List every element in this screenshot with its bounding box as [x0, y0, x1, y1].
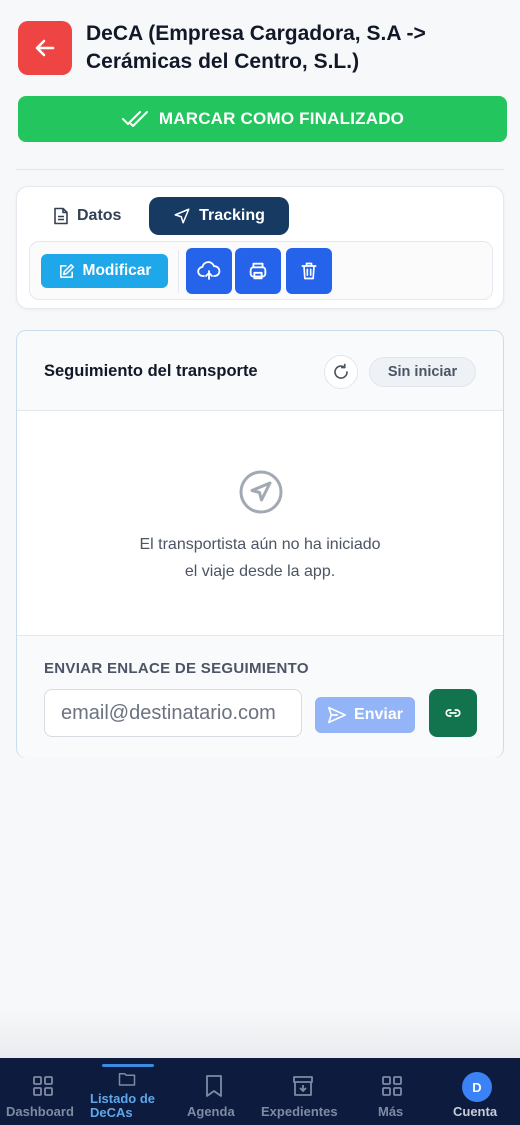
upload-button[interactable]: [186, 248, 232, 294]
nav-label-listado: Listado de DeCAs: [90, 1091, 156, 1120]
nav-label-dashboard: Dashboard: [6, 1104, 74, 1119]
nav-item-listado[interactable]: Listado de DeCAs: [86, 1058, 172, 1125]
avatar: D: [462, 1072, 492, 1102]
trash-icon: [301, 262, 317, 280]
archive-icon: [293, 1076, 313, 1096]
send-icon: [328, 706, 347, 724]
delete-button[interactable]: [286, 248, 332, 294]
document-icon: [54, 207, 68, 225]
nav-label-expedientes: Expedientes: [261, 1104, 338, 1119]
copy-link-button[interactable]: [429, 689, 477, 737]
tracking-card: Seguimiento del transporte Sin iniciar E…: [16, 330, 504, 758]
empty-state-icon: [238, 469, 284, 520]
tab-datos[interactable]: Datos: [35, 197, 139, 235]
refresh-button[interactable]: [324, 355, 358, 389]
print-button[interactable]: [235, 248, 281, 294]
nav-item-agenda[interactable]: Agenda: [172, 1058, 256, 1125]
nav-item-mas[interactable]: Más: [350, 1058, 434, 1125]
empty-state-line-1: El transportista aún no ha iniciado: [139, 536, 381, 553]
page-header: DeCA (Empresa Cargadora, S.A -> Cerámica…: [18, 20, 502, 76]
edit-icon: [59, 263, 74, 278]
mark-finished-button[interactable]: MARCAR COMO FINALIZADO: [18, 96, 507, 142]
mark-finished-label: MARCAR COMO FINALIZADO: [158, 109, 405, 128]
send-label: Enviar: [354, 706, 403, 723]
tab-datos-label: Datos: [77, 207, 122, 224]
send-link-label: ENVIAR ENLACE DE SEGUIMIENTO: [44, 660, 309, 677]
nav-label-agenda: Agenda: [187, 1104, 235, 1119]
navigation-icon: [174, 208, 190, 224]
nav-label-mas: Más: [378, 1104, 404, 1119]
nav-item-cuenta[interactable]: D Cuenta: [434, 1058, 520, 1125]
back-button[interactable]: [18, 21, 72, 75]
modify-button[interactable]: Modificar: [41, 254, 168, 288]
nav-item-expedientes[interactable]: Expedientes: [256, 1058, 350, 1125]
page-title: DeCA (Empresa Cargadora, S.A -> Cerámica…: [86, 22, 426, 73]
tab-tracking-label: Tracking: [199, 207, 265, 224]
navigation-circle-icon: [239, 470, 283, 514]
refresh-icon: [334, 363, 348, 379]
link-icon: [445, 709, 461, 717]
tab-tracking[interactable]: Tracking: [149, 197, 289, 235]
nav-label-cuenta: Cuenta: [453, 1104, 498, 1119]
nav-item-dashboard[interactable]: Dashboard: [0, 1058, 86, 1125]
toolbar: Modificar: [29, 241, 493, 300]
bottom-fade: [0, 1010, 520, 1058]
arrow-left-icon: [35, 39, 55, 57]
folder-icon: [118, 1073, 136, 1086]
bookmark-icon: [206, 1075, 222, 1097]
empty-state-line-2: el viaje desde la app.: [184, 563, 336, 580]
cloud-upload-icon: [197, 261, 221, 280]
double-check-icon: [121, 111, 148, 127]
bottom-navigation: Dashboard Listado de DeCAs Agenda Expedi…: [0, 1058, 520, 1125]
tracking-header: Seguimiento del transporte Sin iniciar: [17, 331, 503, 411]
tracking-title: Seguimiento del transporte: [44, 362, 258, 380]
empty-state-text: El transportista aún no ha iniciado el v…: [17, 531, 503, 585]
tabs-card: Datos Tracking Modificar: [16, 186, 504, 309]
grid-icon: [33, 1076, 53, 1096]
send-link-section: ENVIAR ENLACE DE SEGUIMIENTO Enviar: [17, 635, 503, 758]
email-field[interactable]: [44, 689, 302, 737]
modify-label: Modificar: [82, 262, 152, 279]
toolbar-separator: [178, 250, 179, 293]
status-badge: Sin iniciar: [369, 357, 476, 387]
send-button[interactable]: Enviar: [315, 697, 415, 733]
divider: [16, 169, 504, 170]
printer-icon: [249, 262, 267, 280]
grid-icon: [382, 1076, 402, 1096]
